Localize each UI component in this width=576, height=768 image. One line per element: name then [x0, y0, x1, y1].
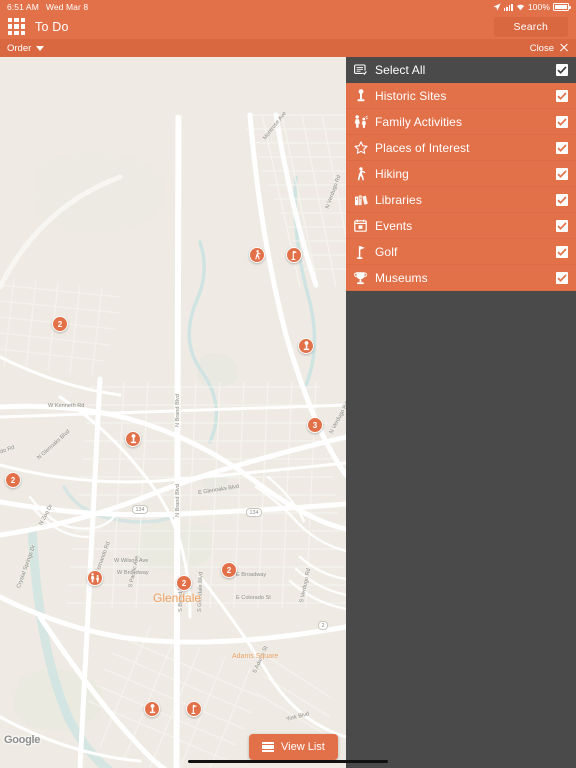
google-attribution: Google [4, 734, 41, 746]
filter-label-libraries: Libraries [375, 192, 422, 207]
filter-row-select-all[interactable]: Select All [346, 57, 576, 83]
map-vector-layer: .rd { stroke:#ffffff; fill:none; stroke-… [0, 57, 346, 768]
wifi-icon [516, 4, 524, 11]
page-title: To Do [35, 19, 69, 34]
close-label: Close [529, 42, 554, 54]
calendar-icon [352, 218, 369, 234]
monument-icon [303, 341, 309, 351]
hiker-icon [254, 250, 261, 260]
filter-row-hiking[interactable]: Hiking [346, 161, 576, 187]
filter-label-historic-sites: Historic Sites [375, 88, 447, 103]
filter-label-family-activities: Family Activities [375, 114, 463, 129]
filter-row-events[interactable]: Events [346, 213, 576, 239]
family-icon [352, 114, 369, 130]
list-icon [262, 742, 274, 752]
filter-row-places-of-interest[interactable]: Places of Interest [346, 135, 576, 161]
filter-row-historic-sites[interactable]: Historic Sites [346, 83, 576, 109]
monument-icon [130, 434, 136, 444]
app-root: 6:51 AM Wed Mar 8 100% To Do Search Orde… [0, 0, 576, 768]
close-x-icon [559, 43, 569, 53]
search-button[interactable]: Search [493, 16, 568, 37]
filter-row-golf[interactable]: Golf [346, 239, 576, 265]
map-marker-historic[interactable] [144, 701, 160, 717]
map-marker-cluster[interactable]: 2 [176, 575, 192, 591]
filter-panel: Select All Historic Sites Family Activit… [346, 57, 576, 768]
filter-row-libraries[interactable]: Libraries [346, 187, 576, 213]
filter-row-family-activities[interactable]: Family Activities [346, 109, 576, 135]
map-marker-hiking[interactable] [249, 247, 265, 263]
status-bar-right: 100% [493, 2, 571, 12]
select-all-list-icon [352, 62, 369, 78]
filter-label-select-all: Select All [375, 63, 426, 77]
golf-flag-icon [291, 250, 297, 260]
battery-icon [553, 3, 571, 11]
status-time: 6:51 AM [7, 2, 39, 12]
map-marker-historic[interactable] [298, 338, 314, 354]
status-bar: 6:51 AM Wed Mar 8 100% [0, 0, 576, 14]
cellular-bars-icon [503, 3, 513, 11]
map-marker-historic[interactable] [125, 431, 141, 447]
checkbox-historic-sites[interactable] [556, 89, 568, 102]
map-marker-cluster[interactable]: 3 [307, 417, 323, 433]
golf-flag-icon [191, 704, 197, 714]
map-canvas[interactable]: .rd { stroke:#ffffff; fill:none; stroke-… [0, 57, 346, 768]
order-dropdown[interactable]: Order [7, 42, 45, 54]
order-label: Order [7, 42, 32, 54]
map-marker-golf[interactable] [286, 247, 302, 263]
filter-label-museums: Museums [375, 270, 428, 285]
close-button[interactable]: Close [530, 43, 569, 54]
location-arrow-icon [493, 3, 501, 11]
map-marker-cluster[interactable]: 2 [52, 316, 68, 332]
filter-label-hiking: Hiking [375, 166, 409, 181]
map-marker-family[interactable] [87, 570, 103, 586]
golf-flag-icon [352, 244, 369, 260]
sub-bar: Order Close [0, 39, 576, 57]
museum-trophy-icon [352, 270, 369, 286]
checkbox-select-all[interactable] [556, 64, 568, 76]
view-list-label: View List [281, 741, 325, 753]
star-icon [352, 140, 369, 156]
map-marker-golf[interactable] [186, 701, 202, 717]
filter-row-museums[interactable]: Museums [346, 265, 576, 291]
filter-label-golf: Golf [375, 244, 398, 259]
grid-menu-icon[interactable] [8, 18, 25, 35]
battery-percent: 100% [527, 2, 550, 12]
status-bar-left: 6:51 AM Wed Mar 8 [7, 2, 88, 12]
books-icon [352, 192, 369, 208]
home-indicator [188, 759, 388, 763]
hiker-icon [352, 166, 369, 182]
monument-icon [352, 88, 369, 104]
map-marker-cluster[interactable]: 2 [221, 562, 237, 578]
checkbox-places-of-interest[interactable] [556, 141, 568, 154]
caret-down-icon [36, 45, 45, 51]
checkbox-libraries[interactable] [556, 193, 568, 206]
family-icon [90, 573, 99, 583]
filter-label-places-of-interest: Places of Interest [375, 140, 470, 155]
app-bar: To Do Search [0, 14, 576, 39]
view-list-button[interactable]: View List [249, 734, 338, 760]
map-marker-cluster[interactable]: 2 [5, 472, 21, 488]
status-date: Wed Mar 8 [45, 2, 89, 12]
checkbox-hiking[interactable] [556, 167, 568, 180]
monument-icon [149, 704, 155, 714]
checkbox-golf[interactable] [556, 245, 568, 258]
checkbox-museums[interactable] [556, 271, 568, 284]
checkbox-family-activities[interactable] [556, 115, 568, 128]
filter-label-events: Events [375, 218, 413, 233]
checkbox-events[interactable] [556, 219, 568, 232]
